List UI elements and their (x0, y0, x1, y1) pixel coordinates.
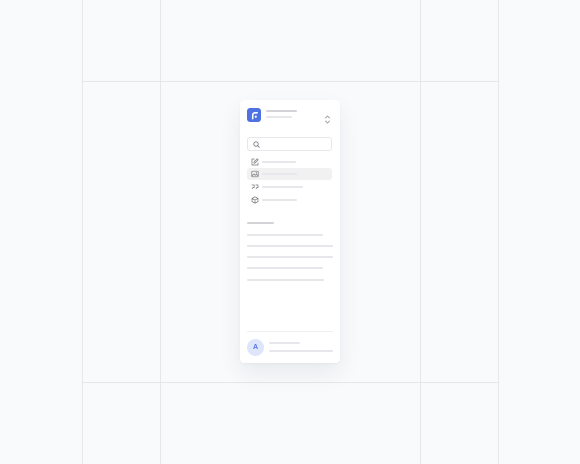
list-item-placeholder[interactable] (247, 279, 324, 281)
grid-line (82, 0, 83, 464)
search-input[interactable] (247, 137, 332, 151)
avatar[interactable]: A (247, 339, 264, 356)
quote-icon (251, 184, 259, 190)
app-logo-icon[interactable] (247, 108, 261, 122)
nav-item-quotes[interactable] (247, 181, 332, 193)
search-icon (253, 141, 260, 148)
list-item-placeholder[interactable] (247, 256, 333, 258)
image-icon (251, 170, 259, 178)
workspace-name-placeholder (266, 110, 297, 112)
footer-divider (247, 331, 333, 332)
user-email-placeholder (269, 350, 333, 352)
nav-label-placeholder (262, 173, 297, 175)
nav-item-edit[interactable] (247, 156, 332, 168)
grid-line (160, 0, 161, 464)
sidebar-panel: A (240, 100, 340, 363)
chevron-up-down-icon[interactable] (324, 111, 331, 124)
grid-line (420, 0, 421, 464)
nav-item-components[interactable] (247, 194, 332, 206)
grid-line (82, 382, 498, 383)
list-item-placeholder[interactable] (247, 245, 333, 247)
nav-label-placeholder (262, 199, 297, 201)
cube-icon (251, 196, 259, 204)
workspace-subtitle-placeholder (266, 116, 292, 118)
avatar-initial: A (252, 344, 259, 351)
edit-icon (251, 158, 259, 166)
nav-label-placeholder (262, 186, 303, 188)
list-item-placeholder[interactable] (247, 234, 323, 236)
grid-line (82, 81, 498, 82)
user-name-placeholder (269, 342, 300, 344)
nav-label-placeholder (262, 161, 296, 163)
nav-item-media[interactable] (247, 168, 332, 180)
grid-line (498, 0, 499, 464)
list-item-placeholder[interactable] (247, 267, 323, 269)
section-heading-placeholder (247, 222, 274, 224)
